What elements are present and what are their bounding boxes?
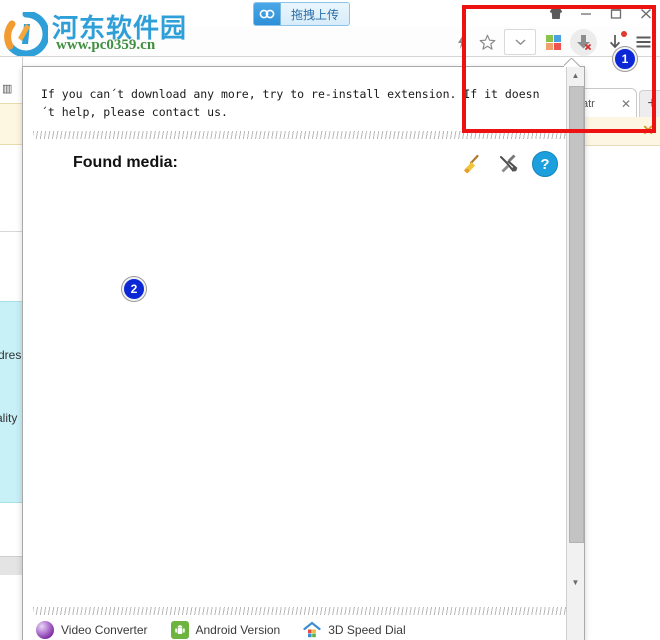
flash-icon[interactable] xyxy=(448,29,474,55)
site-logo-icon xyxy=(4,12,48,56)
help-icon[interactable]: ? xyxy=(532,151,558,177)
notification-bar: ✕ xyxy=(583,117,660,146)
extension-popup: If you can´t download any more, try to r… xyxy=(22,66,585,640)
annotation-badge-2: 2 xyxy=(122,277,146,301)
background-cyan-panel xyxy=(0,301,22,503)
background-divider xyxy=(0,231,22,232)
browser-chrome: 河东软件园 www.pc0359.cn 拖拽上传 xyxy=(0,0,660,58)
baidu-cloud-icon xyxy=(254,3,281,25)
footer-link-video-converter[interactable]: Video Converter xyxy=(35,620,148,640)
footer-link-3d-speed-dial[interactable]: 3D Speed Dial xyxy=(302,620,406,640)
window-controls xyxy=(548,2,654,24)
divider-bottom xyxy=(33,607,573,615)
found-media-title: Found media: xyxy=(73,154,178,171)
tab-strip: atr ✕ + xyxy=(575,88,660,118)
watermark-site-url: www.pc0359.cn xyxy=(56,37,156,53)
annotation-badge-1: 1 xyxy=(613,47,637,71)
close-icon[interactable]: ✕ xyxy=(642,122,654,139)
found-media-header: Found media: ? xyxy=(23,145,568,191)
background-yellow-row xyxy=(0,103,22,145)
popup-footer: Video Converter Android Version 3D Speed… xyxy=(35,619,575,640)
popup-arrow xyxy=(564,58,580,67)
download-blocked-icon[interactable] xyxy=(566,28,600,56)
close-icon[interactable]: ✕ xyxy=(621,97,631,111)
download-alert-dot xyxy=(621,31,627,37)
background-gray-row xyxy=(0,556,22,575)
theme-shirt-icon[interactable] xyxy=(548,5,564,21)
footer-link-label: Video Converter xyxy=(61,623,148,637)
minimize-button[interactable] xyxy=(578,5,594,21)
found-media-list xyxy=(23,191,568,601)
background-text-fragment-1: dres xyxy=(0,348,22,362)
scroll-up-arrow[interactable]: ▲ xyxy=(567,67,584,84)
speed-dial-house-icon xyxy=(302,620,322,640)
upload-button-label: 拖拽上传 xyxy=(291,7,340,22)
scroll-down-arrow[interactable]: ▼ xyxy=(567,574,584,591)
close-button[interactable] xyxy=(638,5,654,21)
chevron-down-icon[interactable] xyxy=(504,29,536,55)
grid-icon: ▥ xyxy=(2,83,13,95)
android-icon xyxy=(170,620,190,640)
broom-icon[interactable] xyxy=(460,151,486,177)
new-tab-button[interactable]: + xyxy=(639,90,660,117)
tools-icon[interactable] xyxy=(496,151,522,177)
upload-button[interactable]: 拖拽上传 xyxy=(253,2,351,26)
footer-link-android-version[interactable]: Android Version xyxy=(170,620,281,640)
popup-action-icons: ? xyxy=(460,151,558,177)
screenshot-root: ▥ dres ality atr ✕ + ✕ xyxy=(0,0,660,640)
background-text-fragment-2: ality xyxy=(0,411,18,425)
divider-top xyxy=(33,131,573,139)
background-right-area xyxy=(583,201,660,640)
footer-link-label: Android Version xyxy=(195,623,281,637)
popup-message: If you can´t download any more, try to r… xyxy=(41,87,540,119)
scrollbar-thumb[interactable] xyxy=(569,86,584,543)
bookmark-star-icon[interactable] xyxy=(474,29,500,55)
popup-scrollbar[interactable]: ▲ ▼ xyxy=(566,67,584,640)
footer-link-label: 3D Speed Dial xyxy=(328,623,406,637)
site-watermark: 河东软件园 www.pc0359.cn xyxy=(4,10,214,58)
video-converter-icon xyxy=(35,620,55,640)
windows-grid-icon[interactable] xyxy=(540,29,566,55)
maximize-button[interactable] xyxy=(608,5,624,21)
